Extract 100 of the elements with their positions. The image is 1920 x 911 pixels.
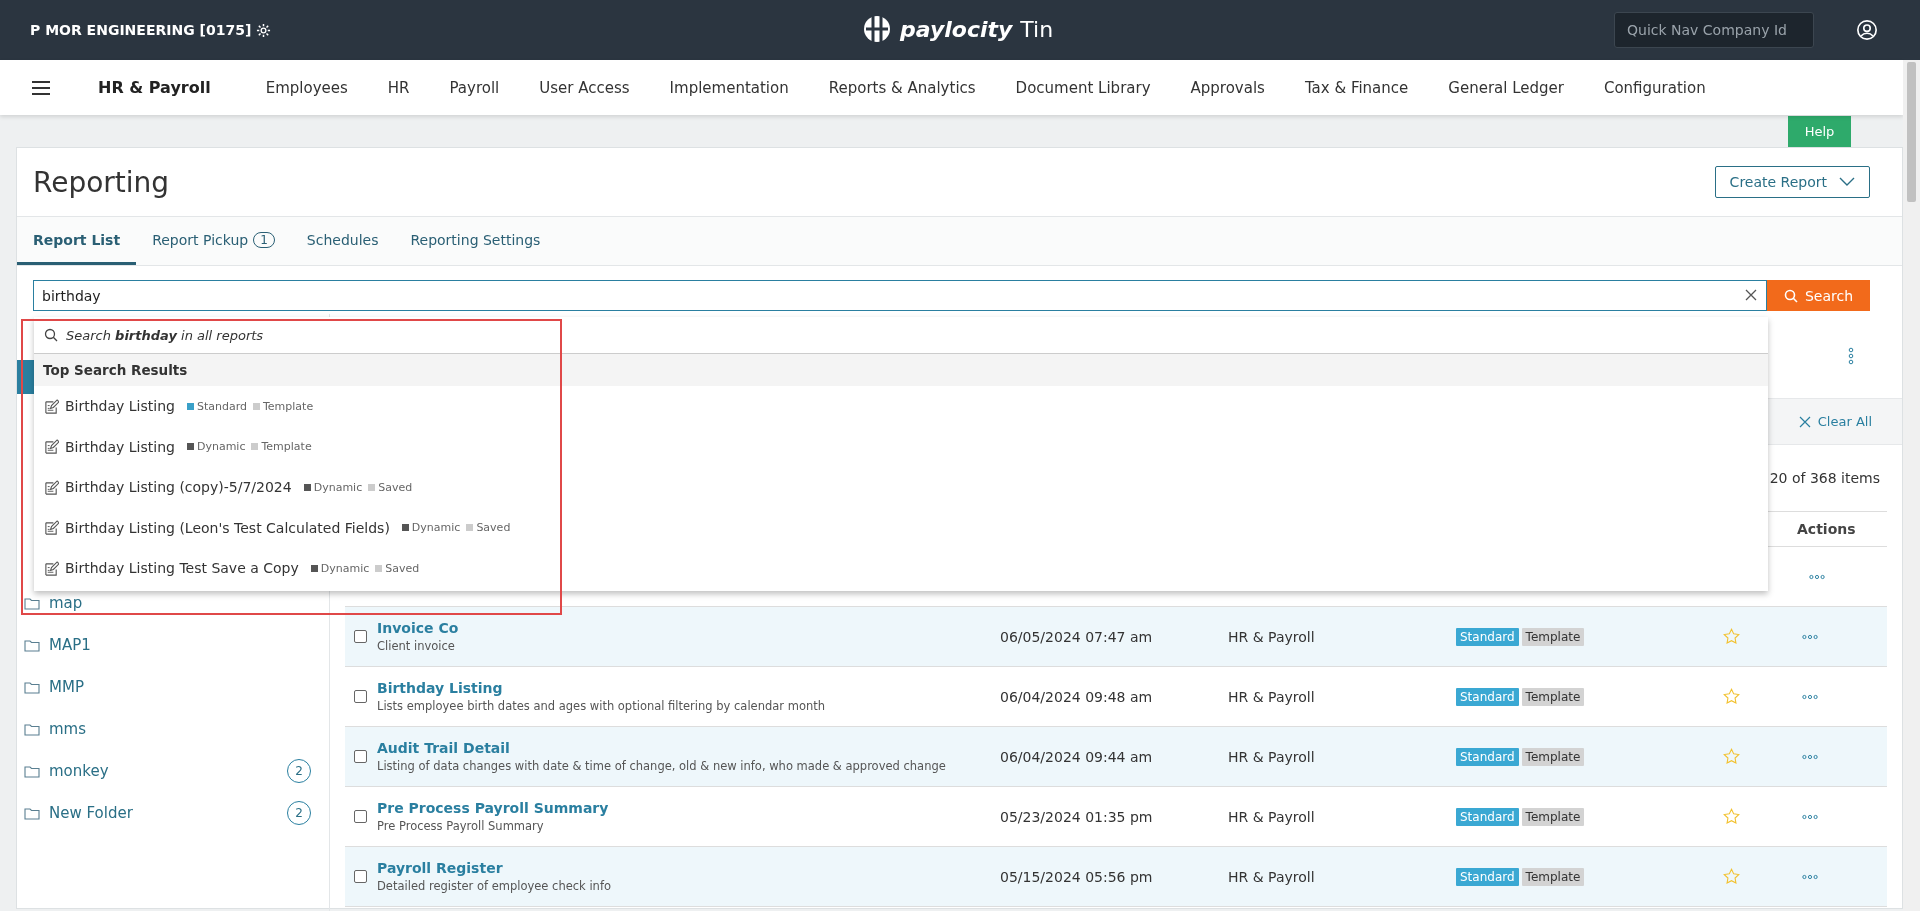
report-type-tag: Template bbox=[1521, 627, 1585, 646]
clear-icon[interactable] bbox=[1745, 289, 1757, 301]
nav-item[interactable]: Implementation bbox=[669, 78, 789, 97]
create-report-button[interactable]: Create Report bbox=[1714, 166, 1870, 198]
edit-document-icon bbox=[44, 560, 59, 576]
more-icon[interactable] bbox=[1809, 573, 1825, 580]
clear-all-link[interactable]: Clear All bbox=[1798, 414, 1872, 429]
chevron-down-icon bbox=[1839, 177, 1855, 187]
star-icon[interactable] bbox=[1722, 688, 1740, 705]
tab[interactable]: Report List bbox=[17, 217, 137, 265]
type-label: Dynamic bbox=[303, 480, 363, 494]
search-result-item[interactable]: Birthday Listing Dynamic Template bbox=[34, 426, 1768, 467]
report-description: Detailed register of employee check info bbox=[377, 879, 612, 893]
tab[interactable]: Schedules bbox=[290, 217, 395, 265]
page-title: Reporting bbox=[33, 165, 170, 199]
checkbox[interactable] bbox=[353, 630, 367, 643]
report-type-tag: Standard bbox=[1456, 867, 1519, 886]
module-cell-text: HR & Payroll bbox=[1228, 808, 1316, 825]
folder-item[interactable]: mms bbox=[17, 708, 329, 750]
more-icon[interactable] bbox=[1802, 693, 1818, 700]
environment-name: Tin bbox=[1020, 16, 1054, 42]
type-label: Saved bbox=[466, 521, 511, 535]
nav-item[interactable]: General Ledger bbox=[1448, 78, 1564, 97]
nav-item[interactable]: Payroll bbox=[449, 78, 500, 97]
tab[interactable]: Reporting Settings bbox=[394, 217, 557, 265]
date-cell-text: 06/04/2024 09:48 am bbox=[1000, 688, 1154, 705]
settings-icon[interactable] bbox=[256, 22, 272, 38]
more-icon[interactable] bbox=[1802, 633, 1818, 640]
module-cell-text: HR & Payroll bbox=[1228, 688, 1316, 705]
report-type-tag: Standard bbox=[1456, 687, 1519, 706]
checkbox[interactable] bbox=[353, 690, 367, 703]
checkbox[interactable] bbox=[353, 810, 367, 823]
report-type-tag: Template bbox=[1521, 747, 1585, 766]
column-header: Actions bbox=[1796, 521, 1857, 537]
report-description: Pre Process Payroll Summary bbox=[377, 819, 545, 833]
nav-item[interactable]: User Access bbox=[539, 78, 630, 97]
date-cell-text: 06/04/2024 09:44 am bbox=[1000, 748, 1154, 765]
search-result-item[interactable]: Birthday Listing (copy)-5/7/2024 Dynamic Saved bbox=[34, 467, 1768, 508]
folder-item[interactable]: New Folder 2 bbox=[17, 792, 329, 834]
type-label: Standard bbox=[186, 399, 247, 413]
search-icon bbox=[44, 328, 58, 342]
quick-nav-field[interactable]: Quick Nav Company Id bbox=[1614, 12, 1814, 48]
folder-icon bbox=[24, 638, 40, 652]
folder-item[interactable]: MAP1 bbox=[17, 624, 329, 666]
more-icon[interactable] bbox=[1802, 813, 1818, 820]
checkbox[interactable] bbox=[353, 870, 367, 883]
nav-item[interactable]: Tax & Finance bbox=[1304, 78, 1409, 97]
menu-icon[interactable] bbox=[32, 80, 50, 95]
user-icon[interactable] bbox=[1856, 19, 1878, 41]
search-field[interactable]: birthday bbox=[33, 280, 1767, 311]
report-description: Lists employee birth dates and ages with optional filtering by calendar month bbox=[377, 699, 827, 713]
section-header: Top Search Results bbox=[34, 354, 1768, 386]
tab[interactable]: Report Pickup 1 bbox=[136, 217, 291, 265]
folder-item[interactable]: monkey 2 bbox=[17, 750, 329, 792]
folder-icon bbox=[24, 680, 40, 694]
star-icon[interactable] bbox=[1722, 808, 1740, 825]
folder-icon bbox=[24, 806, 40, 820]
more-icon[interactable] bbox=[1802, 873, 1818, 880]
close-icon bbox=[1798, 415, 1811, 428]
product-name: HR & Payroll bbox=[98, 78, 211, 97]
search-icon bbox=[1783, 288, 1798, 303]
nav-item[interactable]: Document Library bbox=[1015, 78, 1151, 97]
folder-icon bbox=[24, 722, 40, 736]
type-label: Saved bbox=[375, 561, 420, 575]
module-cell-text: HR & Payroll bbox=[1228, 628, 1316, 645]
nav-item[interactable]: Reports & Analytics bbox=[828, 78, 976, 97]
report-description: Listing of data changes with date & time of change, old & new info, who made & approved change bbox=[377, 759, 947, 773]
report-name-link[interactable]: Birthday Listing bbox=[377, 680, 1000, 696]
edit-document-icon bbox=[44, 439, 59, 455]
edit-document-icon bbox=[44, 398, 59, 414]
type-label: Dynamic bbox=[186, 440, 246, 454]
folder-item[interactable]: MMP bbox=[17, 666, 329, 708]
report-description: Client invoice bbox=[377, 639, 456, 653]
report-type-tag: Standard bbox=[1456, 627, 1519, 646]
report-name-link[interactable]: Pre Process Payroll Summary bbox=[377, 800, 1000, 816]
type-label: Template bbox=[253, 399, 314, 413]
folder-icon bbox=[24, 596, 40, 610]
report-name-link[interactable]: Invoice Co bbox=[377, 620, 1000, 636]
report-type-tag: Template bbox=[1521, 867, 1585, 886]
more-icon[interactable] bbox=[1802, 753, 1818, 760]
star-icon[interactable] bbox=[1722, 628, 1740, 645]
date-cell-text: 05/23/2024 01:35 pm bbox=[1000, 808, 1154, 825]
nav-item[interactable]: Configuration bbox=[1603, 78, 1706, 97]
report-name-link[interactable]: Payroll Register bbox=[377, 860, 1000, 876]
report-type-tag: Template bbox=[1521, 807, 1585, 826]
search-result-item[interactable]: Birthday Listing Standard Template bbox=[34, 386, 1768, 427]
module-cell-text: HR & Payroll bbox=[1228, 748, 1316, 765]
report-type-tag: Standard bbox=[1456, 807, 1519, 826]
nav-item[interactable]: Employees bbox=[265, 78, 348, 97]
type-label: Template bbox=[251, 440, 312, 454]
search-result-item[interactable]: Birthday Listing (Leon's Test Calculated Fields) Dynamic Saved bbox=[34, 507, 1768, 548]
nav-item[interactable]: Approvals bbox=[1190, 78, 1265, 97]
edit-document-icon bbox=[44, 479, 59, 495]
star-icon[interactable] bbox=[1722, 748, 1740, 765]
star-icon[interactable] bbox=[1722, 868, 1740, 885]
module-cell-text: HR & Payroll bbox=[1228, 868, 1316, 885]
more-vertical-icon[interactable] bbox=[1848, 347, 1854, 365]
report-name-link[interactable]: Audit Trail Detail bbox=[377, 740, 1000, 756]
checkbox[interactable] bbox=[353, 750, 367, 763]
nav-item[interactable]: HR bbox=[387, 78, 410, 97]
